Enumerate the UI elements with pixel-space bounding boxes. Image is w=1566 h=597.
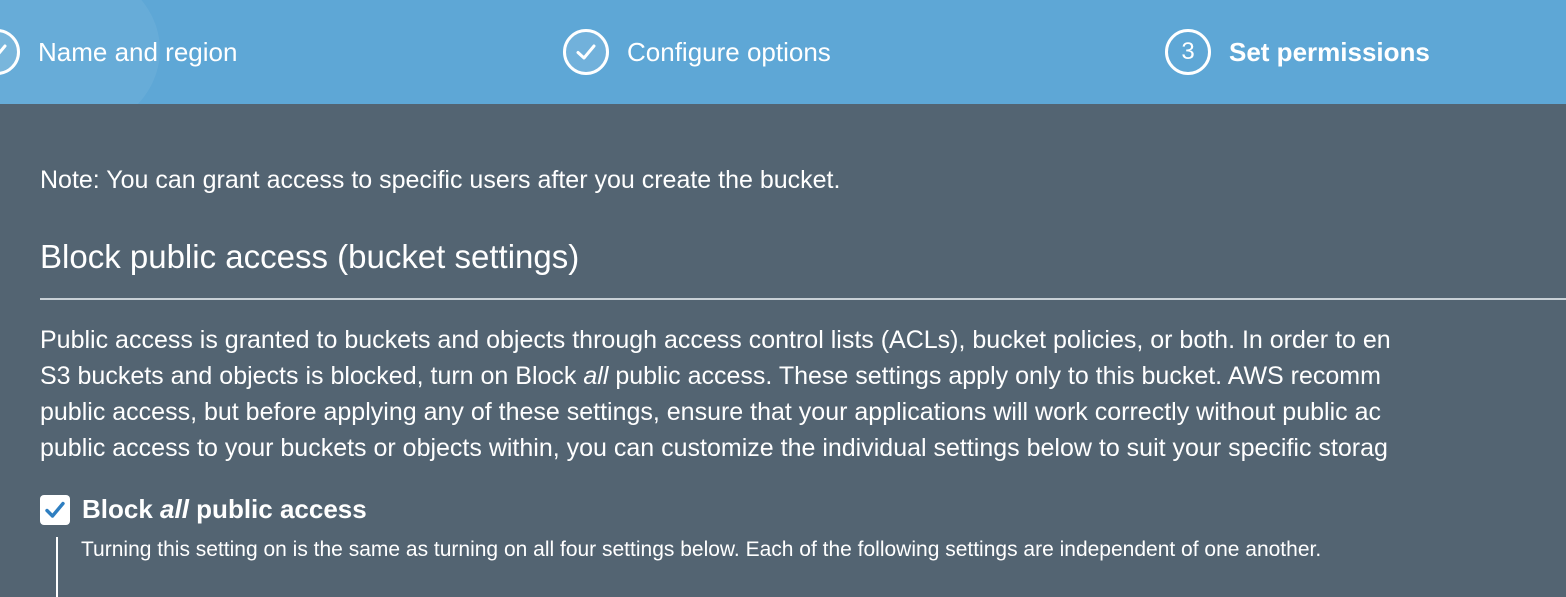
block-all-public-access-label[interactable]: Block all public access	[82, 494, 367, 525]
description-line: public access, but before applying any o…	[40, 398, 1381, 426]
block-public-access-description: Public access is granted to buckets and …	[40, 322, 1566, 472]
section-divider	[40, 298, 1566, 300]
checkmark-icon	[45, 501, 65, 518]
block-all-public-access-checkbox[interactable]	[40, 494, 70, 525]
wizard-step-label: Name and region	[38, 36, 238, 67]
check-circle-icon	[0, 29, 20, 75]
wizard-progress-bar: Name and region Configure options 3 Set …	[0, 0, 1566, 104]
description-line: S3 buckets and objects is blocked, turn …	[40, 362, 1381, 390]
description-line: Public access is granted to buckets and …	[40, 326, 1391, 354]
block-all-public-access-option[interactable]: Block all public access	[40, 494, 367, 525]
check-circle-icon	[563, 29, 609, 75]
step-number-icon: 3	[1165, 29, 1211, 75]
grant-access-note: Note: You can grant access to specific u…	[40, 166, 841, 194]
wizard-step-name-and-region[interactable]: Name and region	[0, 25, 237, 79]
wizard-step-configure-options[interactable]: Configure options	[563, 25, 831, 79]
settings-group-line	[56, 537, 58, 597]
wizard-step-set-permissions[interactable]: 3 Set permissions	[1165, 25, 1430, 79]
description-line: public access to your buckets or objects…	[40, 434, 1388, 462]
wizard-step-label: Set permissions	[1229, 36, 1430, 67]
section-title: Block public access (bucket settings)	[40, 238, 580, 275]
wizard-step-label: Configure options	[627, 36, 831, 67]
block-all-help-text: Turning this setting on is the same as t…	[81, 538, 1322, 561]
